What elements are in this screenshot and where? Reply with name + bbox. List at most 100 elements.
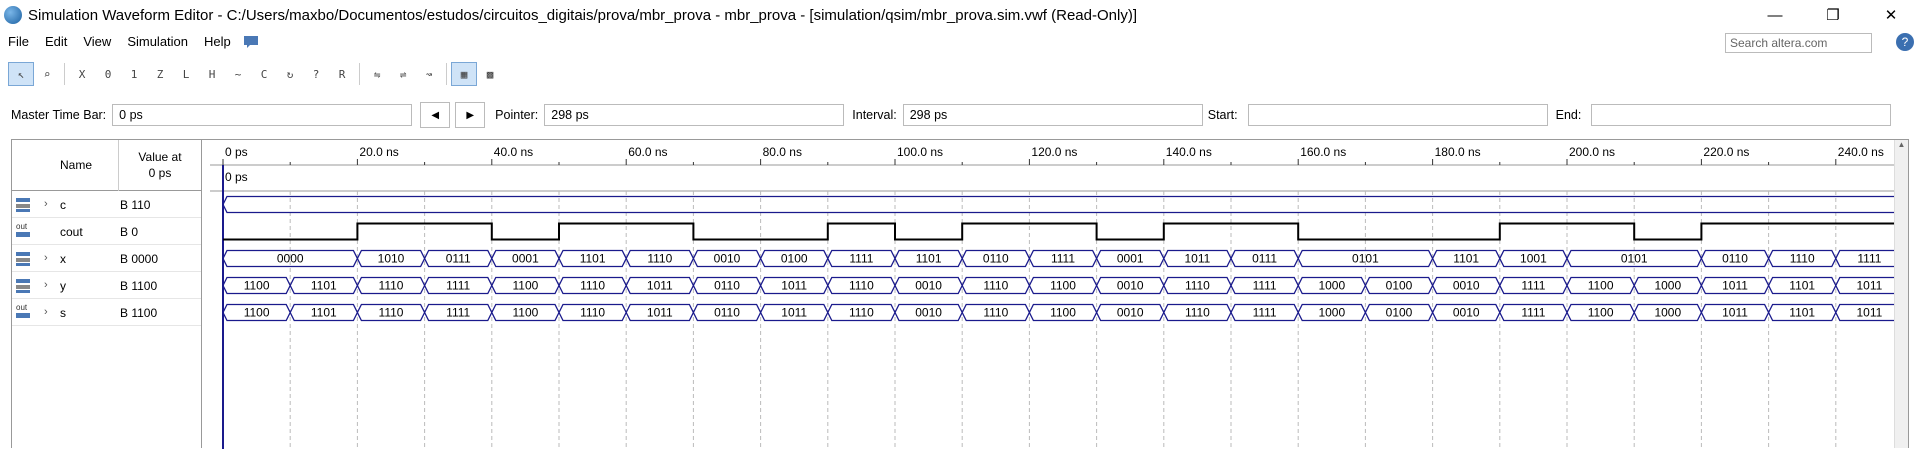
expand-chevron-icon[interactable]: › xyxy=(44,306,48,318)
search-input[interactable]: Search altera.com xyxy=(1725,33,1872,53)
menu-help[interactable]: Help xyxy=(196,34,239,49)
restore-button[interactable]: ❐ xyxy=(1804,0,1862,30)
menu-edit[interactable]: Edit xyxy=(37,34,75,49)
force-weak-low-icon[interactable]: L xyxy=(173,62,199,86)
selection-tool-icon[interactable]: ↖ xyxy=(8,62,34,86)
waveform-canvas[interactable]: 0 ps 20.0 ns 40.0 ns 60.0 ns 80.0 ns 100.0 ns… xyxy=(210,140,1904,449)
count-value-icon[interactable]: C xyxy=(251,62,277,86)
app-logo-icon xyxy=(4,6,22,24)
arbitrary-value-icon[interactable]: ? xyxy=(303,62,329,86)
timing-simulation-icon[interactable]: ▩ xyxy=(477,62,503,86)
bus-value-label: 1011 xyxy=(1722,279,1748,293)
bus-value-label: 1000 xyxy=(1318,306,1345,320)
bus-value-label: 0010 xyxy=(1117,306,1144,320)
ruler-label: 40.0 ns xyxy=(494,145,533,159)
force-high-icon[interactable]: 1 xyxy=(121,62,147,86)
signal-row-y[interactable]: › y B 1100 xyxy=(12,272,201,299)
input-bus-icon xyxy=(16,250,34,266)
bus-value-label: 0110 xyxy=(983,252,1009,266)
start-field[interactable] xyxy=(1247,104,1548,126)
start-label: Start: xyxy=(1207,108,1238,122)
signal-row-cout[interactable]: out cout B 0 xyxy=(12,218,201,245)
signal-row-s[interactable]: out › s B 1100 xyxy=(12,299,201,326)
bus-value-label: 0100 xyxy=(781,252,808,266)
force-weak-high-icon[interactable]: H xyxy=(199,62,225,86)
bus-value-label: 1100 xyxy=(1050,306,1076,320)
end-field[interactable] xyxy=(1591,104,1892,126)
bus-value-label: 1110 xyxy=(647,252,672,266)
bus-value-label: 1110 xyxy=(1185,306,1210,320)
expand-chevron-icon[interactable]: › xyxy=(44,252,48,264)
output-bus-icon: out xyxy=(16,304,34,320)
ruler-label: 0 ps xyxy=(225,145,248,159)
bus-value-label: 0000 xyxy=(277,252,304,266)
close-button[interactable]: ✕ xyxy=(1862,0,1920,30)
pointer-field: 298 ps xyxy=(544,104,845,126)
bus-value-label: 0110 xyxy=(714,279,740,293)
bus-value-label: 1111 xyxy=(1253,306,1277,320)
random-value-icon[interactable]: R xyxy=(329,62,355,86)
ruler-label: 160.0 ns xyxy=(1300,145,1346,159)
bus-value-label: 1100 xyxy=(512,306,538,320)
bus-value-label: 0001 xyxy=(1117,252,1144,266)
signal-row-x[interactable]: › x B 0000 xyxy=(12,245,201,272)
expand-chevron-icon[interactable]: › xyxy=(44,279,48,291)
ruler-label: 120.0 ns xyxy=(1031,145,1077,159)
scroll-up-icon[interactable]: ▲ xyxy=(1895,140,1908,149)
bus-segment-c xyxy=(222,195,1904,214)
pointer-label: Pointer: xyxy=(495,108,539,122)
force-unknown-icon[interactable]: X xyxy=(69,62,95,86)
feedback-icon[interactable] xyxy=(243,35,259,49)
transition-icon[interactable]: ↝ xyxy=(416,62,442,86)
bus-value-label: 1100 xyxy=(512,279,538,293)
help-icon[interactable]: ? xyxy=(1896,33,1914,51)
menu-simulation[interactable]: Simulation xyxy=(119,34,196,49)
signal-list-header: Name Value at 0 ps xyxy=(12,140,201,191)
signal-list: Name Value at 0 ps › c B 110 out cout B 0 › x B … xyxy=(12,140,202,448)
bus-value-label: 1110 xyxy=(1185,279,1210,293)
bus-value-label: 1100 xyxy=(244,306,270,320)
interval-field: 298 ps xyxy=(902,104,1203,126)
master-time-bar-field[interactable]: 0 ps xyxy=(112,104,413,126)
next-transition-button[interactable]: ▶ xyxy=(455,102,486,128)
bus-value-label: 0110 xyxy=(1722,252,1748,266)
menu-file[interactable]: File xyxy=(0,34,37,49)
bus-value-label: 1111 xyxy=(1521,306,1545,320)
bus-value-label: 1010 xyxy=(378,252,405,266)
invert-icon[interactable]: ~ xyxy=(225,62,251,86)
bus-value-label: 0110 xyxy=(714,306,740,320)
waveform-area[interactable]: 0 ps 20.0 ns 40.0 ns 60.0 ns 80.0 ns 100.0 ns… xyxy=(210,140,1904,449)
edge-icon[interactable]: ⇌ xyxy=(390,62,416,86)
force-low-icon[interactable]: 0 xyxy=(95,62,121,86)
bus-value-label: 1011 xyxy=(781,279,807,293)
bus-value-label: 1101 xyxy=(1789,279,1815,293)
bus-value-label: 1101 xyxy=(1453,252,1479,266)
bus-value-label: 1011 xyxy=(781,306,807,320)
functional-simulation-icon[interactable]: ▦ xyxy=(451,62,477,86)
signal-row-c[interactable]: › c B 110 xyxy=(12,191,201,218)
bus-value-label: 1110 xyxy=(379,279,404,293)
signal-value: B 110 xyxy=(120,198,151,212)
bus-value-label: 1011 xyxy=(647,279,673,293)
force-high-impedance-icon[interactable]: Z xyxy=(147,62,173,86)
bus-value-label: 1011 xyxy=(1184,252,1210,266)
zoom-tool-icon[interactable]: ⌕ xyxy=(34,62,60,86)
clock-value-icon[interactable]: ↻ xyxy=(277,62,303,86)
expand-chevron-icon[interactable]: › xyxy=(44,198,48,210)
snap-icon[interactable]: ⇋ xyxy=(364,62,390,86)
menu-view[interactable]: View xyxy=(75,34,119,49)
vertical-scrollbar[interactable]: ▲ xyxy=(1894,140,1908,448)
bus-value-label: 0010 xyxy=(1453,279,1480,293)
bus-value-label: 1111 xyxy=(446,279,470,293)
menu-bar: File Edit View Simulation Help Search al… xyxy=(0,30,1920,53)
name-column-header: Name xyxy=(60,158,93,172)
bus-value-label: 1101 xyxy=(580,252,606,266)
prev-transition-button[interactable]: ◀ xyxy=(420,102,451,128)
bus-value-label: 0111 xyxy=(1252,252,1277,266)
bus-value-label: 1110 xyxy=(983,306,1008,320)
bus-value-label: 1100 xyxy=(1588,279,1614,293)
bus-value-label: 0001 xyxy=(512,252,539,266)
bus-value-label: 1111 xyxy=(1051,252,1075,266)
signal-value: B 0000 xyxy=(120,252,159,266)
minimize-button[interactable]: — xyxy=(1746,0,1804,30)
